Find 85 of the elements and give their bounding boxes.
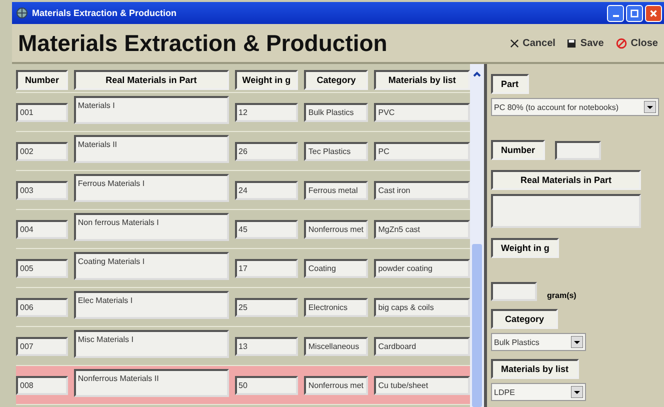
material-field[interactable]: Nonferrous Materials II [74, 369, 229, 397]
weight-field[interactable]: 50 [234, 376, 298, 394]
material-field[interactable]: Elec Materials I [74, 291, 229, 319]
column-header: Category [304, 70, 368, 90]
weight-field[interactable]: 24 [234, 180, 298, 200]
number-field[interactable]: 007 [16, 336, 68, 356]
close-icon [649, 8, 658, 18]
material-list-field[interactable]: big caps & coils [374, 298, 470, 316]
material-list-label: Materials by list [491, 359, 579, 379]
maximize-button[interactable] [626, 4, 643, 22]
close-button[interactable] [645, 4, 662, 22]
page-title: Materials Extraction & Production [18, 30, 388, 56]
maximize-icon [630, 8, 639, 18]
number-label: Number [491, 140, 546, 160]
close-form-button[interactable]: Close [616, 38, 658, 48]
column-header: Weight in g [234, 70, 298, 90]
material-input[interactable] [491, 194, 641, 228]
material-list-field[interactable]: powder coating [374, 258, 470, 278]
category-field[interactable]: Ferrous metal [304, 180, 368, 200]
scroll-up-icon[interactable] [472, 70, 482, 78]
table-row[interactable]: 001 Materials I 12 Bulk Plastics PVC [16, 93, 470, 132]
table-row[interactable]: 007 Misc Materials I 13 Miscellaneous Cardboard [16, 327, 470, 366]
material-list-field[interactable]: Cast iron [374, 180, 470, 200]
material-field[interactable]: Materials I [74, 96, 229, 124]
material-field[interactable]: Materials II [74, 135, 229, 163]
column-header: Number [16, 70, 68, 90]
scrollbar[interactable] [470, 64, 484, 407]
material-list-field[interactable]: Cardboard [374, 336, 470, 356]
column-header: Materials by list [374, 70, 470, 90]
cancel-button[interactable]: Cancel [510, 38, 556, 48]
material-field[interactable]: Non ferrous Materials I [74, 213, 229, 241]
unit-label: gram(s) [547, 291, 576, 300]
close-icon [510, 38, 519, 48]
category-label: Category [491, 309, 558, 329]
dropdown-arrow-icon [571, 386, 583, 398]
material-list-field[interactable]: PVC [374, 102, 470, 122]
table-row[interactable]: 002 Materials II 26 Tec Plastics PC [16, 132, 470, 171]
number-field[interactable]: 001 [16, 102, 68, 122]
minimize-icon [612, 14, 618, 16]
window-title: Materials Extraction & Production [32, 8, 177, 18]
category-field[interactable]: Nonferrous met [304, 376, 368, 394]
material-field[interactable]: Misc Materials I [74, 330, 229, 358]
number-input[interactable] [555, 140, 602, 160]
number-field[interactable]: 003 [16, 180, 68, 200]
material-field[interactable]: Ferrous Materials I [74, 174, 229, 202]
table-row[interactable]: 006 Elec Materials I 25 Electronics big caps & coils [16, 288, 470, 327]
category-field[interactable]: Nonferrous met [304, 220, 368, 238]
material-list-field[interactable]: MgZn5 cast [374, 220, 470, 238]
table-row[interactable]: 005 Coating Materials I 17 Coating powder coating [16, 249, 470, 288]
material-list-field[interactable]: Cu tube/sheet [374, 376, 470, 394]
part-label: Part [491, 74, 529, 94]
weight-field[interactable]: 25 [234, 298, 298, 316]
material-label: Real Materials in Part [491, 170, 641, 190]
material-field[interactable]: Coating Materials I [74, 252, 229, 280]
weight-field[interactable]: 17 [234, 258, 298, 278]
category-field[interactable]: Electronics [304, 298, 368, 316]
dropdown-arrow-icon [644, 101, 656, 113]
number-field[interactable]: 002 [16, 142, 68, 160]
weight-field[interactable]: 12 [234, 102, 298, 122]
weight-field[interactable]: 26 [234, 142, 298, 160]
dropdown-arrow-icon [571, 336, 583, 348]
number-field[interactable]: 008 [16, 376, 68, 394]
minimize-button[interactable] [607, 4, 624, 22]
prohibited-icon [616, 38, 627, 48]
weight-field[interactable]: 13 [234, 336, 298, 356]
material-list-dropdown[interactable]: LDPE [491, 383, 586, 401]
number-field[interactable]: 004 [16, 220, 68, 238]
globe-icon [16, 7, 28, 19]
table-row[interactable]: 004 Non ferrous Materials I 45 Nonferrous met MgZn5 cast [16, 210, 470, 249]
number-field[interactable]: 006 [16, 298, 68, 316]
weight-input[interactable] [491, 282, 537, 301]
part-dropdown[interactable]: PC 80% (to account for notebooks) [491, 98, 659, 116]
table-row[interactable]: 003 Ferrous Materials I 24 Ferrous metal Cast iron [16, 171, 470, 210]
category-field[interactable]: Tec Plastics [304, 142, 368, 160]
number-field[interactable]: 005 [16, 258, 68, 278]
category-field[interactable]: Bulk Plastics [304, 102, 368, 122]
save-button[interactable]: Save [567, 38, 604, 48]
material-list-field[interactable]: PC [374, 142, 470, 160]
weight-label: Weight in g [491, 238, 560, 258]
category-dropdown[interactable]: Bulk Plastics [491, 333, 586, 351]
column-header: Real Materials in Part [74, 70, 229, 90]
table-row[interactable]: 008 Nonferrous Materials II 50 Nonferrous met Cu tube/sheet [16, 366, 470, 405]
weight-field[interactable]: 45 [234, 220, 298, 238]
category-field[interactable]: Miscellaneous [304, 336, 368, 356]
category-field[interactable]: Coating [304, 258, 368, 278]
